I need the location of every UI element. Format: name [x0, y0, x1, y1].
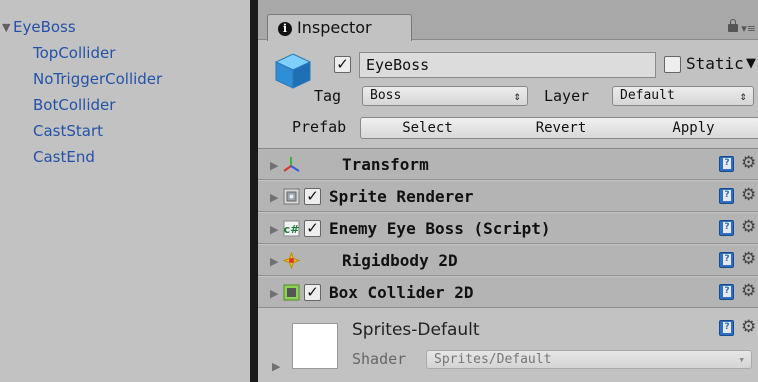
- prefab-apply-button[interactable]: Apply: [628, 117, 758, 139]
- component-name: Rigidbody 2D: [342, 251, 458, 270]
- gear-icon[interactable]: ⚙: [741, 218, 756, 236]
- tab-inspector-label: Inspector: [297, 18, 372, 37]
- lock-icon[interactable]: [728, 19, 738, 32]
- help-icon[interactable]: [719, 320, 734, 336]
- active-checkbox[interactable]: ✓: [334, 56, 351, 73]
- help-icon[interactable]: [719, 252, 734, 268]
- static-dropdown-arrow-icon[interactable]: ▼: [746, 56, 756, 71]
- help-icon[interactable]: [719, 220, 734, 236]
- info-icon: i: [278, 22, 292, 36]
- component-enabled-checkbox[interactable]: ✓: [304, 220, 321, 237]
- gear-icon[interactable]: ⚙: [741, 318, 756, 336]
- rigidbody-icon: [283, 252, 300, 269]
- dropdown-arrow-icon: ⇕: [739, 89, 747, 103]
- help-icon[interactable]: [719, 284, 734, 300]
- help-icon[interactable]: [719, 156, 734, 172]
- material-section: Sprites-Default ▶ Shader Sprites/Default…: [258, 310, 758, 382]
- prefab-label: Prefab: [292, 118, 347, 136]
- component-box-collider-2d[interactable]: ▶ ✓ Box Collider 2D ⚙: [258, 277, 758, 308]
- svg-text:c#: c#: [284, 223, 300, 236]
- prefab-revert-button[interactable]: Revert: [494, 117, 629, 139]
- object-name-field[interactable]: EyeBoss: [359, 52, 656, 78]
- component-sprite-renderer[interactable]: ▶ ✓ Sprite Renderer ⚙: [258, 181, 758, 212]
- foldout-arrow-icon[interactable]: ▶: [270, 287, 278, 300]
- gear-icon[interactable]: ⚙: [741, 282, 756, 300]
- static-checkbox[interactable]: [664, 56, 681, 73]
- layer-dropdown[interactable]: Default ⇕: [612, 86, 754, 106]
- component-name: Box Collider 2D: [329, 283, 474, 302]
- component-name: Transform: [342, 155, 429, 174]
- material-name: Sprites-Default: [352, 320, 480, 340]
- gameobject-cube-icon: [274, 53, 312, 89]
- component-name: Sprite Renderer: [329, 187, 474, 206]
- sprite-renderer-icon: [283, 188, 300, 205]
- hierarchy-item[interactable]: BotCollider: [33, 92, 283, 118]
- foldout-arrow-icon[interactable]: ▶: [270, 255, 278, 268]
- expand-triangle-icon[interactable]: ▼: [2, 15, 13, 41]
- panel-divider[interactable]: [250, 0, 258, 382]
- layer-dropdown-value: Default: [620, 88, 675, 103]
- component-transform[interactable]: ▶ Transform ⚙: [258, 149, 758, 180]
- shader-label: Shader: [352, 350, 407, 368]
- component-name: Enemy Eye Boss (Script): [329, 219, 551, 238]
- foldout-arrow-icon[interactable]: ▶: [270, 191, 278, 204]
- tag-dropdown[interactable]: Boss ⇕: [362, 86, 528, 106]
- hierarchy-item[interactable]: CastStart: [33, 118, 283, 144]
- foldout-arrow-icon[interactable]: ▶: [272, 360, 280, 373]
- transform-icon: [283, 157, 300, 172]
- tab-inspector[interactable]: i Inspector: [267, 14, 412, 41]
- shader-dropdown-value: Sprites/Default: [434, 352, 552, 367]
- tag-dropdown-value: Boss: [370, 88, 402, 103]
- material-preview-thumbnail[interactable]: [292, 323, 338, 369]
- component-enabled-checkbox[interactable]: ✓: [304, 284, 321, 301]
- gear-icon[interactable]: ⚙: [741, 154, 756, 172]
- help-icon[interactable]: [719, 188, 734, 204]
- hierarchy-item-label: EyeBoss: [13, 18, 76, 36]
- inspector-panel: i Inspector ▾≡ ✓ EyeBoss Static ▼ Tag Bos…: [258, 0, 758, 382]
- foldout-arrow-icon[interactable]: ▶: [270, 159, 278, 172]
- hierarchy-item-eyeboss[interactable]: ▼ EyeBoss: [2, 14, 252, 40]
- dropdown-arrow-icon: ▾: [738, 353, 745, 366]
- layer-label: Layer: [544, 87, 590, 105]
- hierarchy-item[interactable]: TopCollider: [33, 40, 283, 66]
- component-enabled-checkbox[interactable]: ✓: [304, 188, 321, 205]
- tag-label: Tag: [314, 87, 342, 105]
- prefab-select-button[interactable]: Select: [360, 117, 495, 139]
- static-label: Static: [686, 54, 744, 73]
- hierarchy-item[interactable]: CastEnd: [33, 144, 283, 170]
- tab-menu-icon[interactable]: ▾≡: [741, 23, 756, 34]
- gear-icon[interactable]: ⚙: [741, 186, 756, 204]
- inspector-tab-bar: i Inspector ▾≡: [258, 0, 758, 41]
- gear-icon[interactable]: ⚙: [741, 250, 756, 268]
- box-collider-icon: [283, 284, 300, 301]
- hierarchy-panel: ▼ EyeBoss TopCollider NoTriggerCollider B…: [0, 0, 250, 382]
- hierarchy-item[interactable]: NoTriggerCollider: [33, 66, 283, 92]
- script-icon: c#: [283, 220, 300, 237]
- shader-dropdown[interactable]: Sprites/Default ▾: [426, 350, 752, 369]
- component-enemy-eye-boss-script[interactable]: ▶ c# ✓ Enemy Eye Boss (Script) ⚙: [258, 213, 758, 244]
- foldout-arrow-icon[interactable]: ▶: [270, 223, 278, 236]
- dropdown-arrow-icon: ⇕: [513, 89, 521, 103]
- component-rigidbody-2d[interactable]: ▶ Rigidbody 2D ⚙: [258, 245, 758, 276]
